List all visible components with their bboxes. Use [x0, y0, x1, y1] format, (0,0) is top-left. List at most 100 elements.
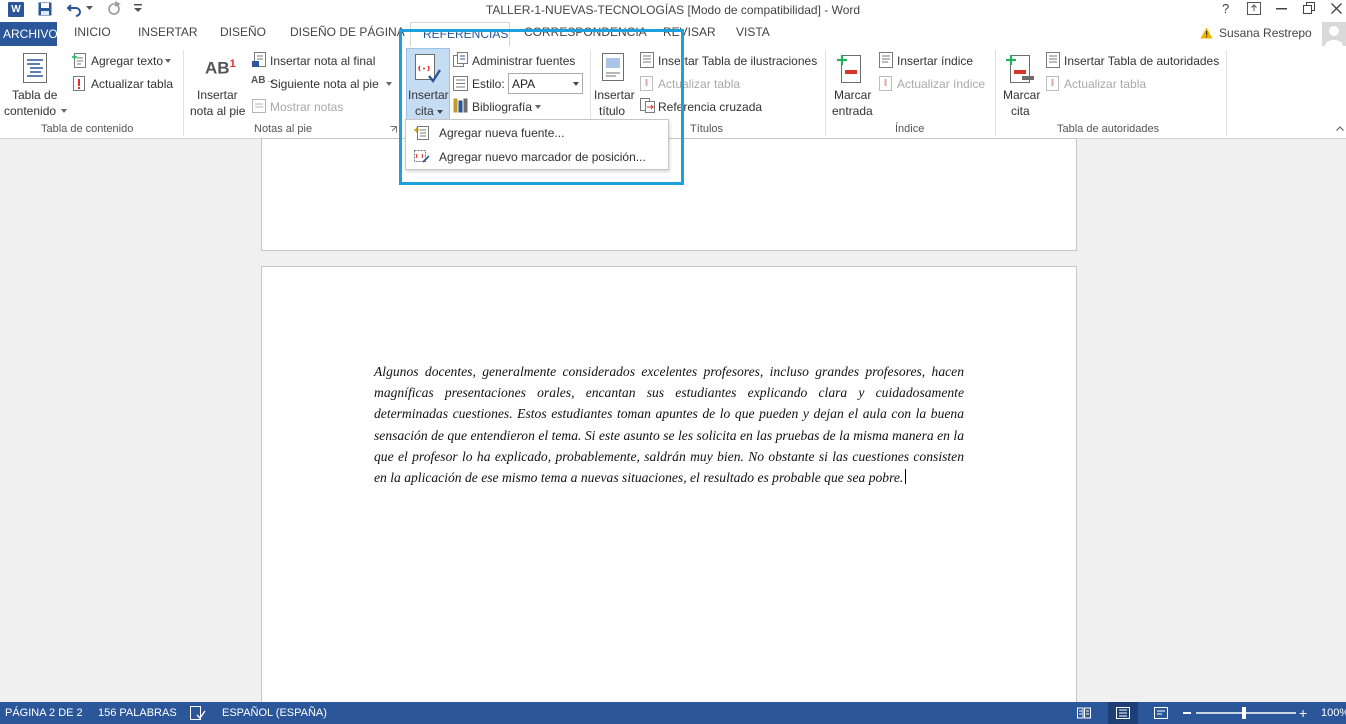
insert-caption-icon[interactable]	[602, 53, 626, 83]
mark-citation-icon[interactable]	[1005, 52, 1035, 84]
add-placeholder-icon	[414, 150, 430, 163]
group-separator	[1226, 50, 1227, 136]
dialog-launcher-icon[interactable]	[390, 126, 397, 133]
insert-caption-label-2[interactable]: título	[599, 104, 625, 118]
insert-caption-label-1[interactable]: Insertar	[594, 88, 635, 102]
update-table-icon[interactable]	[1046, 76, 1060, 91]
update-index-icon[interactable]	[879, 76, 893, 91]
mark-citation-label-1[interactable]: Marcar	[1003, 88, 1040, 102]
captions-group-label: Títulos	[690, 123, 724, 135]
authorities-group-label: Tabla de autoridades	[1057, 123, 1160, 135]
style-icon	[453, 76, 468, 91]
ribbon-display-options-icon[interactable]	[1247, 2, 1261, 15]
proofing-icon[interactable]	[190, 706, 206, 720]
mark-entry-label-1[interactable]: Marcar	[834, 88, 871, 102]
insert-table-of-figures-button[interactable]: Insertar Tabla de ilustraciones	[658, 54, 817, 68]
chevron-down-icon	[437, 110, 443, 114]
tab-archivo[interactable]: ARCHIVO	[0, 22, 58, 46]
tab-referencias[interactable]: REFERENCIAS	[410, 22, 510, 47]
language[interactable]: ESPAÑOL (ESPAÑA)	[222, 707, 327, 719]
user-name[interactable]: Susana Restrepo	[1219, 26, 1312, 40]
document-area[interactable]: Algunos docentes, generalmente considera…	[0, 138, 1346, 716]
tab-vista[interactable]: VISTA	[736, 25, 770, 39]
insert-footnote-label-2[interactable]: nota al pie	[190, 104, 245, 118]
toc-button-label-1[interactable]: Tabla de	[12, 88, 57, 102]
manage-sources-icon[interactable]	[453, 52, 469, 67]
zoom-slider-thumb[interactable]	[1242, 707, 1246, 719]
toc-button-label-2[interactable]: contenido	[4, 104, 56, 118]
close-icon[interactable]	[1331, 3, 1342, 14]
add-new-placeholder-item[interactable]: Agregar nuevo marcador de posición...	[406, 145, 668, 169]
update-index-button[interactable]: Actualizar índice	[897, 77, 985, 91]
print-layout-icon	[1116, 707, 1130, 719]
mark-entry-label-2[interactable]: entrada	[832, 104, 873, 118]
insert-index-button[interactable]: Insertar índice	[897, 54, 973, 68]
next-footnote-button[interactable]: Siguiente nota al pie	[270, 77, 379, 91]
insert-citation-icon	[415, 54, 441, 84]
style-select-value: APA	[512, 77, 536, 91]
insert-table-of-authorities-icon[interactable]	[1046, 52, 1061, 68]
page-count[interactable]: PÁGINA 2 DE 2	[5, 707, 83, 719]
table-of-contents-icon[interactable]	[23, 53, 47, 83]
insert-citation-label-2: cita	[415, 104, 434, 118]
tab-diseno[interactable]: DISEÑO	[220, 25, 266, 39]
insert-endnote-icon[interactable]	[251, 52, 267, 68]
page-1[interactable]	[261, 138, 1077, 251]
add-text-icon[interactable]	[72, 53, 87, 68]
minimize-icon[interactable]	[1276, 8, 1287, 10]
tab-revisar[interactable]: REVISAR	[663, 25, 716, 39]
zoom-slider[interactable]	[1196, 712, 1296, 714]
mark-citation-label-2[interactable]: cita	[1011, 104, 1030, 118]
insert-endnote-button[interactable]: Insertar nota al final	[270, 54, 375, 68]
chevron-down-icon	[535, 105, 541, 109]
table-of-figures-icon[interactable]	[640, 52, 654, 68]
show-notes-button[interactable]: Mostrar notas	[270, 100, 343, 114]
zoom-in-button[interactable]: +	[1299, 706, 1307, 720]
bibliography-button[interactable]: Bibliografía	[472, 100, 532, 114]
web-layout-icon[interactable]	[1154, 707, 1168, 719]
add-new-source-item[interactable]: Agregar nueva fuente...	[406, 121, 668, 145]
word-count[interactable]: 156 PALABRAS	[98, 707, 177, 719]
cross-reference-button[interactable]: Referencia cruzada	[658, 100, 762, 114]
read-mode-icon[interactable]	[1077, 707, 1091, 719]
footnote-ab-glyph: AB	[205, 58, 230, 78]
tab-insertar[interactable]: INSERTAR	[138, 25, 198, 39]
insert-index-icon[interactable]	[879, 52, 893, 68]
group-separator	[995, 50, 996, 136]
update-table-icon[interactable]	[640, 76, 654, 91]
style-select[interactable]: APA	[508, 73, 583, 94]
collapse-ribbon-icon[interactable]	[1336, 126, 1344, 131]
text-cursor	[905, 469, 907, 485]
mark-entry-icon[interactable]	[836, 52, 864, 84]
help-icon[interactable]: ?	[1222, 1, 1229, 16]
print-layout-view[interactable]	[1108, 702, 1138, 724]
update-table-icon[interactable]	[72, 76, 87, 91]
insert-citation-button[interactable]: Insertar cita	[406, 48, 450, 120]
bibliography-icon[interactable]	[453, 98, 469, 113]
tab-correspondencia[interactable]: CORRESPONDENCIA	[524, 25, 647, 39]
update-figures-table-button[interactable]: Actualizar tabla	[658, 77, 740, 91]
update-toc-button[interactable]: Actualizar tabla	[91, 77, 173, 91]
tab-referencias-label: REFERENCIAS	[423, 27, 509, 41]
cross-reference-icon[interactable]	[640, 98, 655, 113]
manage-sources-button[interactable]: Administrar fuentes	[472, 54, 575, 68]
add-text-button[interactable]: Agregar texto	[91, 54, 163, 68]
ribbon-tabs: ARCHIVO INICIO INSERTAR DISEÑO DISEÑO DE…	[0, 20, 1346, 47]
insert-table-of-authorities-button[interactable]: Insertar Tabla de autoridades	[1064, 54, 1219, 68]
restore-icon[interactable]	[1303, 2, 1315, 14]
tab-inicio[interactable]: INICIO	[74, 25, 111, 39]
body-paragraph[interactable]: Algunos docentes, generalmente considera…	[374, 361, 964, 488]
page-2[interactable]: Algunos docentes, generalmente considera…	[261, 266, 1077, 716]
insert-footnote-icon[interactable]: AB1	[205, 58, 236, 79]
avatar[interactable]	[1322, 22, 1346, 46]
zoom-out-button[interactable]	[1183, 712, 1191, 714]
chevron-down-icon	[61, 109, 67, 113]
insert-footnote-label-1[interactable]: Insertar	[197, 88, 238, 102]
title-bar: W TALLER-1-NUEVAS-TECNOLOGÍAS [Modo de c…	[0, 0, 1346, 20]
style-label: Estilo:	[472, 77, 505, 91]
show-notes-icon[interactable]	[252, 99, 266, 113]
update-authorities-table-button[interactable]: Actualizar tabla	[1064, 77, 1146, 91]
footnote-superscript-glyph: 1	[229, 58, 236, 70]
zoom-level[interactable]: 100%	[1321, 707, 1346, 719]
tab-diseno-pagina[interactable]: DISEÑO DE PÁGINA	[290, 25, 405, 39]
